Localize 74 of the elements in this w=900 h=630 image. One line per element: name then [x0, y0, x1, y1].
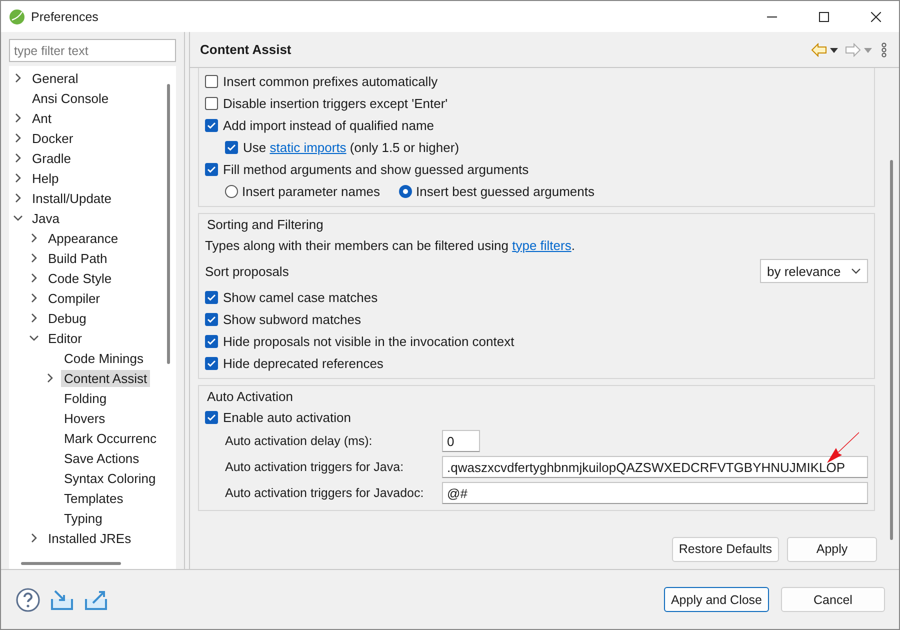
tree-item[interactable]: Help — [29, 170, 62, 186]
input-field[interactable]: 0 — [442, 430, 480, 452]
tree-item[interactable]: Install/Update — [29, 190, 114, 206]
group-title: Auto Activation — [207, 388, 294, 406]
filter-field[interactable]: type filter text — [9, 39, 176, 62]
tree-item[interactable]: Ant — [29, 110, 55, 126]
radio-button[interactable] — [225, 184, 238, 198]
checkbox[interactable] — [205, 74, 218, 88]
field-label: Auto activation triggers for Javadoc: — [225, 486, 425, 500]
restore-defaults-button[interactable]: Restore Defaults — [672, 536, 779, 562]
field-label: Auto activation triggers for Java: — [225, 460, 405, 474]
tree-item[interactable]: Build Path — [45, 250, 110, 266]
radio-button[interactable] — [399, 184, 412, 198]
help-icon[interactable] — [15, 586, 41, 612]
tree-item[interactable]: Ansi Console — [29, 90, 112, 106]
maximize-icon[interactable] — [819, 12, 829, 22]
apply-and-close-button[interactable]: Apply and Close — [664, 587, 769, 612]
tree-item[interactable]: Installed JREs — [45, 530, 134, 546]
tree-item[interactable]: Hovers — [61, 410, 108, 426]
option-label: Show camel case matches — [223, 290, 378, 304]
input-field[interactable]: @# — [442, 482, 868, 504]
option-label: Show subword matches — [223, 312, 362, 326]
option-label: Types along with their members can be filtered using type filters. — [205, 238, 575, 252]
tree-item[interactable]: Code Minings — [61, 350, 146, 366]
option-label: Hide deprecated references — [223, 356, 384, 370]
checkbox[interactable] — [225, 140, 238, 154]
checkbox[interactable] — [205, 290, 218, 304]
tree-item[interactable]: Java — [29, 210, 62, 226]
apply-button[interactable]: Apply — [787, 536, 877, 562]
option-label: Fill method arguments and show guessed arguments — [223, 162, 529, 176]
tree-item[interactable]: General — [29, 70, 82, 86]
close-icon[interactable] — [871, 12, 881, 22]
sort-dropdown[interactable]: by relevance — [760, 259, 868, 283]
page-title: Content Assist — [200, 42, 292, 57]
option-label: Use static imports (only 1.5 or higher) — [243, 140, 460, 154]
checkbox[interactable] — [205, 96, 218, 110]
app-logo-icon — [9, 8, 25, 24]
tree-item[interactable]: Appearance — [45, 230, 122, 246]
tree-item[interactable]: Typing — [61, 510, 106, 526]
tree-item[interactable]: Docker — [29, 130, 76, 146]
option-label: Insert best guessed arguments — [416, 184, 595, 198]
checkbox[interactable] — [205, 334, 218, 348]
tree-item[interactable]: Debug — [45, 310, 90, 326]
checkbox[interactable] — [205, 356, 218, 370]
option-label: Add import instead of qualified name — [223, 118, 434, 132]
tree-item[interactable]: Syntax Coloring — [61, 470, 159, 486]
tree-item[interactable]: Editor — [45, 330, 85, 346]
option-label: Insert parameter names — [242, 184, 380, 198]
option-label: Insert common prefixes automatically — [223, 74, 438, 88]
input-field[interactable]: .qwaszxcvdfertyghbnmjkuilopQAZSWXEDCRFVTGBYHNUJMIKLOP — [442, 456, 868, 478]
window-title: Preferences — [31, 10, 100, 24]
option-label: Hide proposals not visible in the invocation context — [223, 334, 514, 348]
checkbox[interactable] — [205, 312, 218, 326]
tree-item[interactable]: Save Actions — [61, 450, 142, 466]
link[interactable]: static imports — [270, 140, 346, 154]
tree-item[interactable]: Gradle — [29, 150, 74, 166]
option-label: Disable insertion triggers except 'Enter' — [223, 96, 448, 110]
checkbox[interactable] — [205, 410, 218, 424]
chevron-down-icon — [851, 266, 861, 276]
menu-icon[interactable] — [879, 42, 889, 58]
tree-item[interactable]: Code Style — [45, 270, 115, 286]
checkbox[interactable] — [205, 162, 218, 176]
tree-item[interactable]: Mark Occurrenc — [61, 430, 160, 446]
field-label: Sort proposals — [205, 264, 289, 278]
field-label: Auto activation delay (ms): — [225, 434, 374, 448]
cancel-button[interactable]: Cancel — [781, 587, 885, 612]
tree-item[interactable]: Templates — [61, 490, 126, 506]
tree-item[interactable]: Compiler — [45, 290, 104, 306]
tree-item[interactable]: Content Assist — [61, 370, 150, 386]
tree-item[interactable]: Folding — [61, 390, 110, 406]
group-title: Sorting and Filtering — [207, 216, 324, 234]
link[interactable]: type filters — [512, 238, 572, 252]
option-label: Enable auto activation — [223, 410, 351, 424]
checkbox[interactable] — [205, 118, 218, 132]
